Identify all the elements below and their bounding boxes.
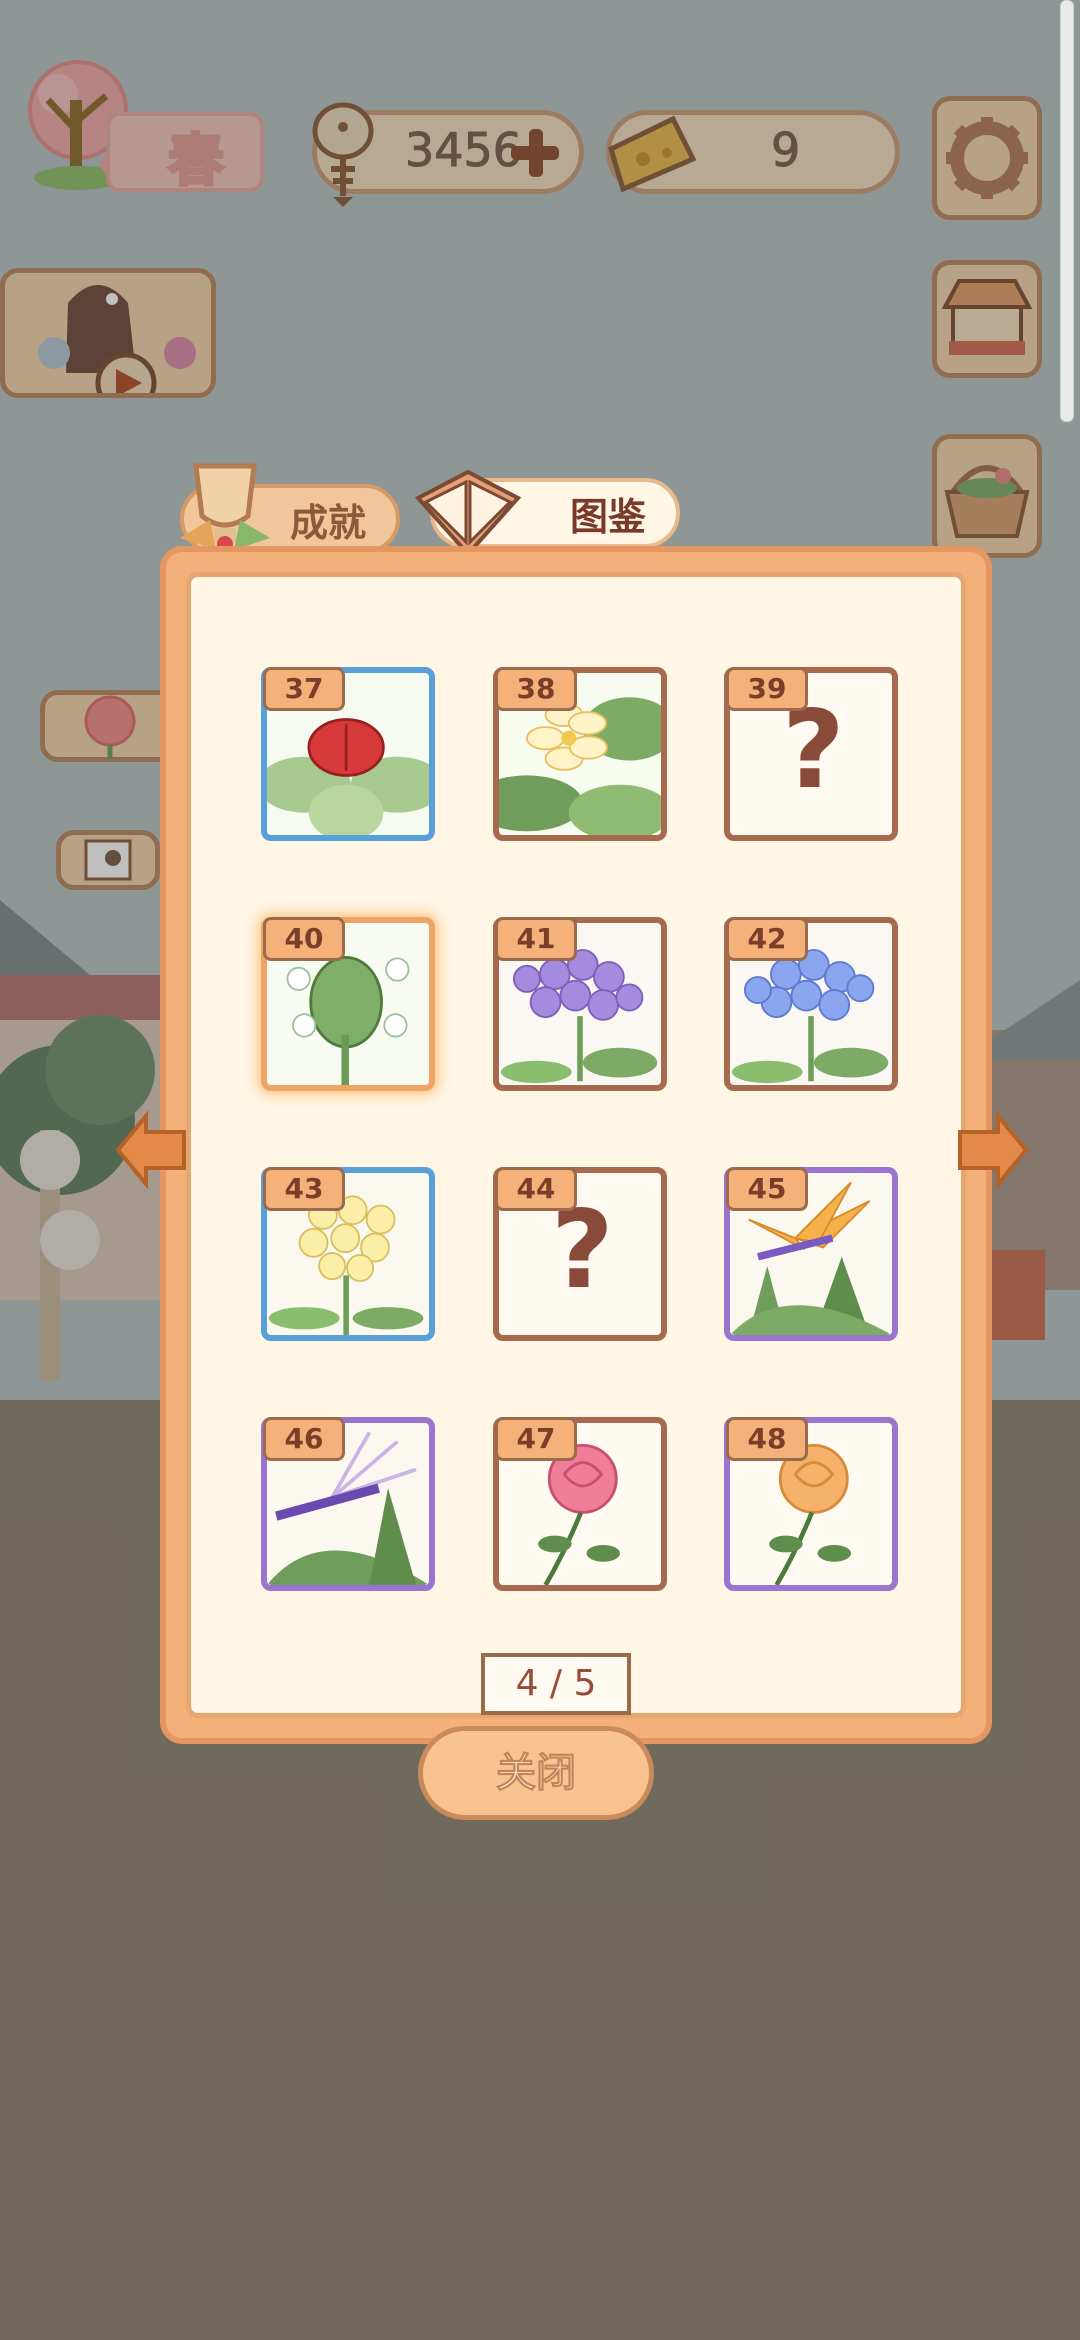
card-number-tag: 48 bbox=[726, 1417, 808, 1461]
flower-card[interactable]: 41 bbox=[493, 917, 667, 1091]
card-number-tag: 47 bbox=[495, 1417, 577, 1461]
card-number-tag: 40 bbox=[263, 917, 345, 961]
flower-card[interactable]: ? 44 bbox=[493, 1167, 667, 1341]
flower-card[interactable]: 42 bbox=[724, 917, 898, 1091]
card-number-tag: 38 bbox=[495, 667, 577, 711]
card-number-tag: 41 bbox=[495, 917, 577, 961]
flower-card[interactable]: 43 bbox=[261, 1167, 435, 1341]
game-scene: 春 3456 9 成就 图鉴 37 38 ? 39 40 41 42 43 ? … bbox=[0, 0, 1080, 2340]
prev-page-arrow-icon[interactable] bbox=[114, 1110, 194, 1190]
flower-card[interactable]: 48 bbox=[724, 1417, 898, 1591]
next-page-arrow-icon[interactable] bbox=[950, 1110, 1030, 1190]
flower-card[interactable]: 45 bbox=[724, 1167, 898, 1341]
tab-codex-label: 图鉴 bbox=[569, 494, 646, 539]
flower-card[interactable]: 47 bbox=[493, 1417, 667, 1591]
codex-panel-inner: 37 38? 39 40 41 42 43? 44 45 46 47 48 4 / 5 bbox=[186, 572, 966, 1718]
question-mark: ? bbox=[551, 1188, 614, 1313]
card-number-tag: 43 bbox=[263, 1167, 345, 1211]
flower-card[interactable]: 46 bbox=[261, 1417, 435, 1591]
card-number-tag: 45 bbox=[726, 1167, 808, 1211]
scrollbar[interactable] bbox=[1060, 0, 1074, 422]
flower-card[interactable]: 37 bbox=[261, 667, 435, 841]
tab-achievements-label: 成就 bbox=[289, 500, 366, 545]
codex-panel: 37 38? 39 40 41 42 43? 44 45 46 47 48 4 / 5 bbox=[160, 546, 992, 1744]
page-indicator: 4 / 5 bbox=[481, 1653, 631, 1715]
card-number-tag: 44 bbox=[495, 1167, 577, 1211]
flower-card[interactable]: 40 bbox=[261, 917, 435, 1091]
flower-card[interactable]: ? 39 bbox=[724, 667, 898, 841]
card-number-tag: 39 bbox=[726, 667, 808, 711]
trophy-icon bbox=[180, 463, 270, 552]
card-number-tag: 37 bbox=[263, 667, 345, 711]
close-button[interactable]: 关闭 bbox=[418, 1726, 654, 1820]
flower-card[interactable]: 38 bbox=[493, 667, 667, 841]
card-number-tag: 42 bbox=[726, 917, 808, 961]
card-number-tag: 46 bbox=[263, 1417, 345, 1461]
question-mark: ? bbox=[782, 688, 845, 813]
